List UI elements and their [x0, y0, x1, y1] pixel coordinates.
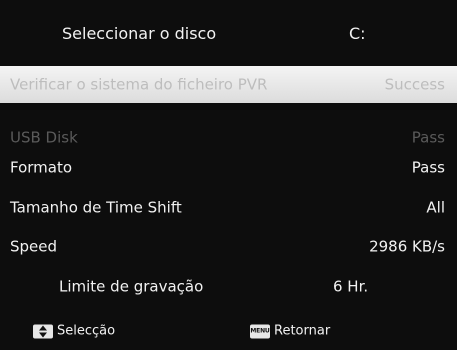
format-row[interactable]: Formato Pass — [0, 153, 457, 183]
record-limit-row[interactable]: Limite de gravação 6 Hr. — [0, 272, 457, 302]
verify-filesystem-label: Verificar o sistema do ficheiro PVR — [10, 75, 268, 93]
record-limit-label: Limite de gravação — [59, 277, 204, 296]
verify-filesystem-row[interactable]: Verificar o sistema do ficheiro PVR Succ… — [0, 66, 457, 103]
select-hint: Selecção — [33, 324, 115, 339]
usb-disk-label: USB Disk — [10, 128, 78, 147]
speed-row: Speed 2986 KB/s — [0, 232, 457, 262]
speed-value: 2986 KB/s — [369, 237, 445, 256]
select-hint-label: Selecção — [57, 323, 116, 339]
verify-filesystem-value: Success — [384, 75, 445, 93]
return-hint[interactable]: MENU Retornar — [250, 324, 330, 339]
timeshift-size-row[interactable]: Tamanho de Time Shift All — [0, 193, 457, 223]
disk-select-label: Seleccionar o disco — [62, 24, 217, 43]
help-bar: Selecção MENU Retornar — [0, 319, 457, 343]
pvr-settings-screen: Seleccionar o disco C: Verificar o siste… — [0, 0, 457, 350]
disk-select-row[interactable]: Seleccionar o disco C: — [0, 14, 457, 54]
up-down-arrows-icon — [33, 324, 53, 338]
disk-select-value[interactable]: C: — [349, 26, 366, 42]
record-limit-value[interactable]: 6 Hr. — [333, 279, 368, 295]
return-hint-label: Retornar — [274, 323, 331, 339]
menu-key-icon: MENU — [250, 324, 270, 338]
timeshift-size-label: Tamanho de Time Shift — [10, 198, 182, 217]
usb-disk-row: USB Disk Pass — [0, 124, 457, 152]
speed-label: Speed — [10, 237, 58, 256]
usb-disk-value: Pass — [411, 128, 445, 147]
format-value: Pass — [411, 158, 445, 177]
format-label: Formato — [10, 158, 73, 177]
timeshift-size-value[interactable]: All — [426, 200, 445, 216]
